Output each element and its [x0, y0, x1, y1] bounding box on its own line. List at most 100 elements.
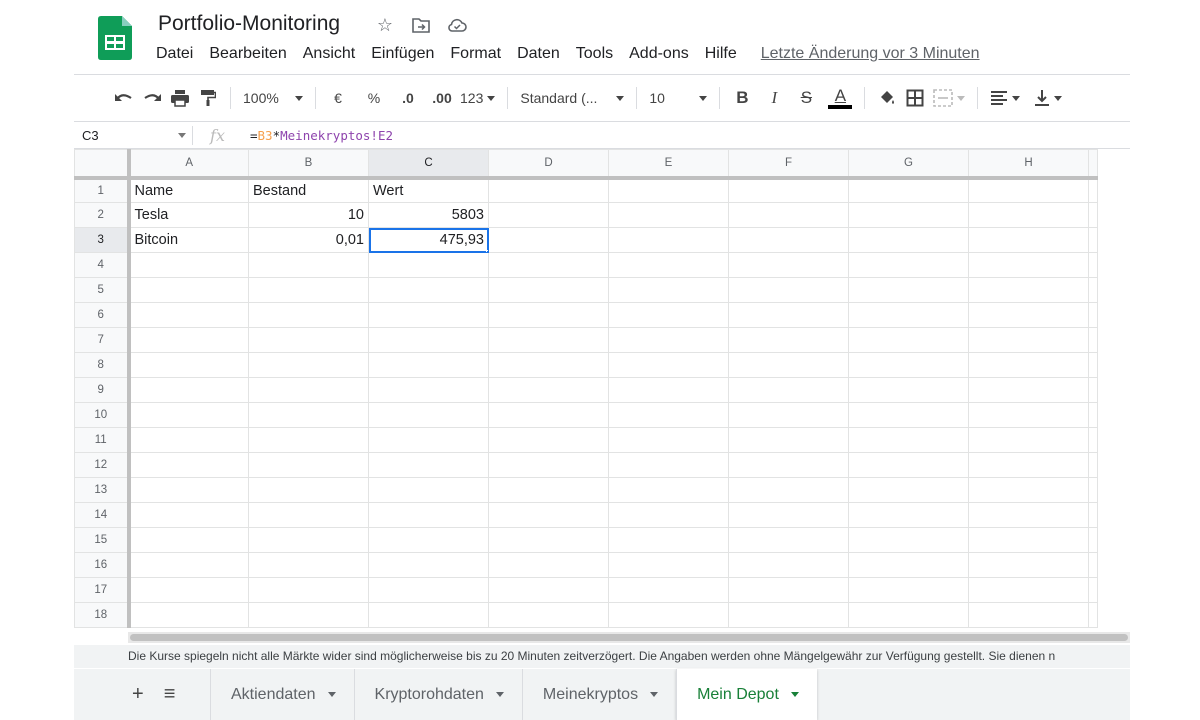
- cell-e12[interactable]: [608, 452, 729, 478]
- cell-c3[interactable]: 475,93: [368, 227, 489, 253]
- cell-g9[interactable]: [848, 377, 969, 403]
- cell-overflow[interactable]: [1088, 577, 1098, 603]
- cell-h2[interactable]: [968, 202, 1089, 228]
- document-title[interactable]: Portfolio-Monitoring: [158, 12, 340, 36]
- cell-a16[interactable]: [128, 552, 249, 578]
- cell-e10[interactable]: [608, 402, 729, 428]
- row-header[interactable]: 1: [74, 177, 131, 203]
- cell-c8[interactable]: [368, 352, 489, 378]
- horizontal-align-icon[interactable]: [986, 84, 1024, 112]
- cell-c4[interactable]: [368, 252, 489, 278]
- cell-g16[interactable]: [848, 552, 969, 578]
- column-header-overflow[interactable]: [1088, 149, 1098, 180]
- row-header[interactable]: 9: [74, 377, 131, 403]
- redo-icon[interactable]: [138, 84, 166, 112]
- move-folder-icon[interactable]: [410, 14, 432, 36]
- column-header-d[interactable]: D: [488, 149, 609, 180]
- cell-h13[interactable]: [968, 477, 1089, 503]
- cell-f16[interactable]: [728, 552, 849, 578]
- cell-h12[interactable]: [968, 452, 1089, 478]
- sheet-tab-aktiendaten[interactable]: Aktiendaten: [210, 669, 354, 720]
- cell-h7[interactable]: [968, 327, 1089, 353]
- cell-c1[interactable]: Wert: [368, 177, 489, 203]
- cell-overflow[interactable]: [1088, 527, 1098, 553]
- cell-h1[interactable]: [968, 177, 1089, 203]
- cell-d10[interactable]: [488, 402, 609, 428]
- menu-hilfe[interactable]: Hilfe: [697, 45, 745, 63]
- cell-h10[interactable]: [968, 402, 1089, 428]
- menu-addons[interactable]: Add-ons: [621, 45, 697, 63]
- cell-b16[interactable]: [248, 552, 369, 578]
- row-header[interactable]: 15: [74, 527, 131, 553]
- cell-f14[interactable]: [728, 502, 849, 528]
- cell-c12[interactable]: [368, 452, 489, 478]
- cell-h16[interactable]: [968, 552, 1089, 578]
- zoom-select[interactable]: 100%: [239, 84, 307, 112]
- cell-overflow[interactable]: [1088, 302, 1098, 328]
- cell-h9[interactable]: [968, 377, 1089, 403]
- row-header[interactable]: 13: [74, 477, 131, 503]
- menu-daten[interactable]: Daten: [509, 45, 568, 63]
- cell-c10[interactable]: [368, 402, 489, 428]
- cell-b3[interactable]: 0,01: [248, 227, 369, 253]
- bold-button[interactable]: B: [728, 84, 756, 112]
- cell-c18[interactable]: [368, 602, 489, 628]
- cell-f8[interactable]: [728, 352, 849, 378]
- cell-d17[interactable]: [488, 577, 609, 603]
- cell-c7[interactable]: [368, 327, 489, 353]
- cell-c11[interactable]: [368, 427, 489, 453]
- menu-tools[interactable]: Tools: [568, 45, 621, 63]
- cell-c2[interactable]: 5803: [368, 202, 489, 228]
- cell-d14[interactable]: [488, 502, 609, 528]
- last-change-link[interactable]: Letzte Änderung vor 3 Minuten: [761, 45, 980, 63]
- formula-input[interactable]: =B3*Meinekryptos!E2: [242, 128, 393, 143]
- italic-button[interactable]: I: [760, 84, 788, 112]
- cell-c17[interactable]: [368, 577, 489, 603]
- cell-g13[interactable]: [848, 477, 969, 503]
- row-header[interactable]: 4: [74, 252, 131, 278]
- cell-b10[interactable]: [248, 402, 369, 428]
- cell-e14[interactable]: [608, 502, 729, 528]
- cell-overflow[interactable]: [1088, 402, 1098, 428]
- cell-f11[interactable]: [728, 427, 849, 453]
- column-header-g[interactable]: G: [848, 149, 969, 180]
- row-header[interactable]: 11: [74, 427, 131, 453]
- cell-f5[interactable]: [728, 277, 849, 303]
- sheet-tab-kryptorohdaten[interactable]: Kryptorohdaten: [353, 669, 522, 720]
- row-header[interactable]: 5: [74, 277, 131, 303]
- cell-f4[interactable]: [728, 252, 849, 278]
- column-header-b[interactable]: B: [248, 149, 369, 180]
- cell-g7[interactable]: [848, 327, 969, 353]
- print-icon[interactable]: [166, 84, 194, 112]
- column-header-a[interactable]: A: [128, 149, 249, 180]
- cell-b1[interactable]: Bestand: [248, 177, 369, 203]
- row-header[interactable]: 10: [74, 402, 131, 428]
- sheets-logo-icon[interactable]: [98, 16, 132, 60]
- cell-a3[interactable]: Bitcoin: [128, 227, 249, 253]
- sheet-tab-meinekryptos[interactable]: Meinekryptos: [521, 669, 676, 720]
- row-header[interactable]: 16: [74, 552, 131, 578]
- cell-c9[interactable]: [368, 377, 489, 403]
- cell-e2[interactable]: [608, 202, 729, 228]
- sheet-tab-mein-depot[interactable]: Mein Depot: [676, 669, 817, 720]
- cell-h8[interactable]: [968, 352, 1089, 378]
- cell-g17[interactable]: [848, 577, 969, 603]
- cell-e9[interactable]: [608, 377, 729, 403]
- cell-d5[interactable]: [488, 277, 609, 303]
- column-header-e[interactable]: E: [608, 149, 729, 180]
- chevron-down-icon[interactable]: [327, 692, 336, 697]
- row-header[interactable]: 12: [74, 452, 131, 478]
- cell-g14[interactable]: [848, 502, 969, 528]
- select-all-corner[interactable]: [74, 149, 131, 180]
- cell-a10[interactable]: [128, 402, 249, 428]
- cell-h4[interactable]: [968, 252, 1089, 278]
- cell-e8[interactable]: [608, 352, 729, 378]
- font-size-select[interactable]: 10: [645, 84, 711, 112]
- row-header[interactable]: 17: [74, 577, 131, 603]
- horizontal-scrollbar[interactable]: [128, 632, 1130, 643]
- more-formats-select[interactable]: 123: [456, 84, 499, 112]
- cell-e15[interactable]: [608, 527, 729, 553]
- cell-d7[interactable]: [488, 327, 609, 353]
- cell-f17[interactable]: [728, 577, 849, 603]
- cell-g15[interactable]: [848, 527, 969, 553]
